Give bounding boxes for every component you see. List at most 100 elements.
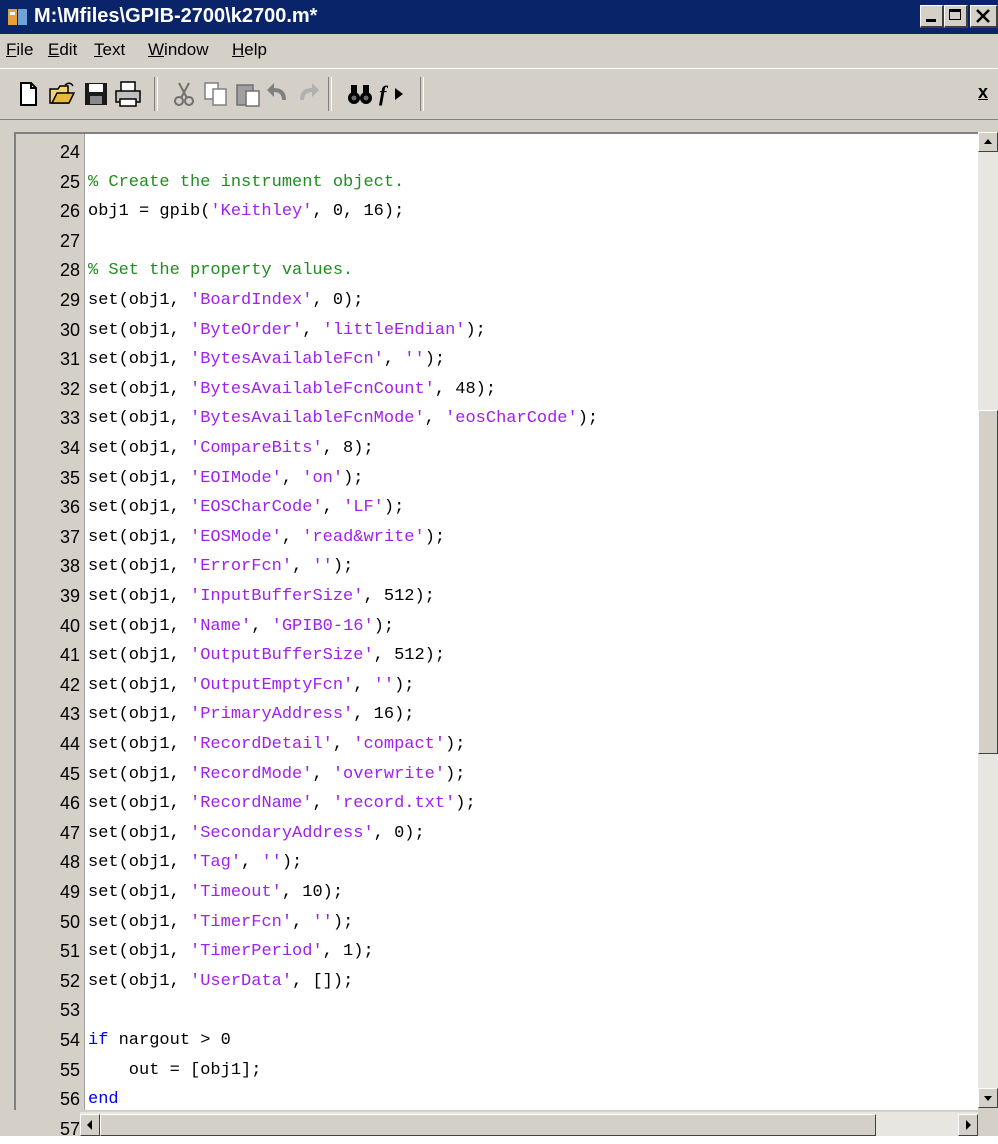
code-line[interactable]: 37 set(obj1, 'EOSMode', 'read&write'); — [16, 523, 976, 552]
code-text: set(obj1, 'BytesAvailableFcnMode', 'eosC… — [88, 404, 598, 433]
code-line[interactable]: 40 set(obj1, 'Name', 'GPIB0-16'); — [16, 612, 976, 641]
menu-window[interactable]: Window — [148, 40, 208, 60]
find-icon[interactable] — [346, 80, 374, 108]
code-line[interactable]: 29 set(obj1, 'BoardIndex', 0); — [16, 286, 976, 315]
code-line[interactable]: 36 set(obj1, 'EOSCharCode', 'LF'); — [16, 493, 976, 522]
code-text: if nargout > 0 — [88, 1026, 231, 1055]
new-file-icon[interactable] — [14, 80, 42, 108]
scroll-up-button[interactable] — [978, 132, 998, 152]
code-line[interactable]: 38 set(obj1, 'ErrorFcn', ''); — [16, 552, 976, 581]
code-line[interactable]: 54 if nargout > 0 — [16, 1026, 976, 1055]
code-line[interactable]: 47 set(obj1, 'SecondaryAddress', 0); — [16, 819, 976, 848]
string-token: 'Tag' — [190, 853, 242, 873]
code-token: ); — [424, 350, 446, 370]
paste-icon[interactable] — [234, 80, 262, 108]
code-line[interactable]: 52 set(obj1, 'UserData', []); — [16, 967, 976, 996]
scroll-right-button[interactable] — [958, 1114, 978, 1136]
code-token: set(obj1, — [88, 409, 191, 429]
save-icon[interactable] — [82, 80, 110, 108]
code-line[interactable]: 44 set(obj1, 'RecordDetail', 'compact'); — [16, 730, 976, 759]
code-text: set(obj1, 'BoardIndex', 0); — [88, 286, 363, 315]
code-text: set(obj1, 'UserData', []); — [88, 967, 353, 996]
maximize-button[interactable] — [944, 5, 968, 28]
code-line[interactable]: 49 set(obj1, 'Timeout', 10); — [16, 878, 976, 907]
copy-icon[interactable] — [202, 80, 230, 108]
line-number: 41 — [59, 645, 80, 666]
code-token: ); — [445, 764, 466, 784]
code-token: , 0, 16); — [312, 202, 405, 222]
code-line[interactable]: 43 set(obj1, 'PrimaryAddress', 16); — [16, 700, 976, 729]
code-text: end — [88, 1085, 119, 1114]
string-token: 'CompareBits' — [190, 439, 323, 458]
code-token: , 48); — [434, 379, 497, 399]
code-line[interactable]: 25 % Create the instrument object. — [16, 168, 976, 197]
scroll-left-button[interactable] — [80, 1114, 100, 1136]
string-token: 'BytesAvailableFcn' — [190, 350, 384, 370]
code-line[interactable]: 41 set(obj1, 'OutputBufferSize', 512); — [16, 641, 976, 670]
close-window-button[interactable] — [970, 5, 998, 28]
code-line[interactable]: 48 set(obj1, 'Tag', ''); — [16, 848, 976, 877]
code-token: , — [251, 616, 272, 636]
string-token: 'TimerFcn' — [190, 912, 293, 932]
menu-file[interactable]: File — [6, 40, 33, 60]
code-line[interactable]: 34 set(obj1, 'CompareBits', 8); — [16, 434, 976, 463]
code-line[interactable]: 27 — [16, 227, 976, 256]
code-text: set(obj1, 'TimerPeriod', 1); — [88, 937, 374, 966]
open-folder-icon[interactable] — [48, 80, 76, 108]
string-token: 'littleEndian' — [322, 320, 466, 340]
undo-icon[interactable] — [264, 80, 292, 108]
toolbar-close-button[interactable]: x — [978, 82, 996, 104]
code-line[interactable]: 39 set(obj1, 'InputBufferSize', 512); — [16, 582, 976, 611]
toolbar-separator — [154, 77, 158, 111]
code-line[interactable]: 30 set(obj1, 'ByteOrder', 'littleEndian')… — [16, 316, 976, 345]
menu-bar: File Edit Text Window Help — [0, 34, 998, 66]
line-number: 28 — [59, 260, 80, 281]
horizontal-scrollbar[interactable] — [80, 1112, 978, 1136]
menu-edit[interactable]: Edit — [48, 40, 77, 60]
code-token: , 10); — [281, 883, 344, 902]
code-line[interactable]: 53 — [16, 996, 976, 1025]
code-token: set(obj1, — [88, 794, 191, 814]
redo-icon[interactable] — [294, 80, 322, 108]
code-line[interactable]: 55 out = [obj1]; — [16, 1056, 976, 1085]
line-number: 27 — [59, 230, 80, 251]
close-icon — [976, 9, 990, 23]
minimize-button[interactable] — [920, 5, 944, 28]
code-line[interactable]: 33 set(obj1, 'BytesAvailableFcnMode', 'eo… — [16, 404, 976, 433]
code-line[interactable]: 28 % Set the property values. — [16, 256, 976, 285]
line-number: 25 — [59, 171, 80, 192]
title-bar[interactable]: M:\Mfiles\GPIB-2700\k2700.m* — [0, 0, 998, 34]
string-token: 'GPIB0-16' — [271, 616, 374, 636]
string-token: 'on' — [302, 468, 344, 488]
print-icon[interactable] — [114, 80, 142, 108]
code-line[interactable]: 45 set(obj1, 'RecordMode', 'overwrite'); — [16, 760, 976, 789]
code-line[interactable]: 56 end — [16, 1085, 976, 1114]
code-line[interactable]: 26 obj1 = gpib('Keithley', 0, 16); — [16, 197, 976, 226]
scroll-down-button[interactable] — [978, 1088, 998, 1108]
function-icon[interactable]: f — [378, 80, 410, 108]
code-text: obj1 = gpib('Keithley', 0, 16); — [88, 197, 404, 226]
string-token: 'RecordDetail' — [190, 735, 333, 754]
code-line[interactable]: 51 set(obj1, 'TimerPeriod', 1); — [16, 937, 976, 966]
string-token: 'eosCharCode' — [445, 409, 578, 429]
code-line[interactable]: 32 set(obj1, 'BytesAvailableFcnCount', 48… — [16, 375, 976, 404]
string-token: 'OutputEmptyFcn' — [190, 675, 354, 695]
code-token: set(obj1, — [88, 439, 191, 458]
arrow-right-icon — [966, 1120, 971, 1130]
vertical-scrollbar[interactable] — [978, 132, 998, 1108]
line-number: 26 — [59, 201, 80, 222]
code-line[interactable]: 42 set(obj1, 'OutputEmptyFcn', ''); — [16, 671, 976, 700]
menu-text[interactable]: Text — [94, 40, 125, 60]
code-area[interactable]: 24 25 % Create the instrument object. 26 obj… — [14, 132, 978, 1139]
code-line[interactable]: 24 — [16, 138, 976, 167]
code-line[interactable]: 35 set(obj1, 'EOIMode', 'on'); — [16, 464, 976, 493]
code-line[interactable]: 50 set(obj1, 'TimerFcn', ''); — [16, 908, 976, 937]
arrow-up-icon — [984, 139, 992, 144]
code-line[interactable]: 46 set(obj1, 'RecordName', 'record.txt'); — [16, 789, 976, 818]
code-line[interactable]: 31 set(obj1, 'BytesAvailableFcn', ''); — [16, 345, 976, 374]
horizontal-scroll-thumb[interactable] — [100, 1114, 876, 1136]
cut-icon[interactable] — [170, 80, 198, 108]
vertical-scroll-thumb[interactable] — [978, 410, 998, 754]
code-token: set(obj1, — [88, 557, 191, 577]
menu-help[interactable]: Help — [232, 40, 267, 60]
